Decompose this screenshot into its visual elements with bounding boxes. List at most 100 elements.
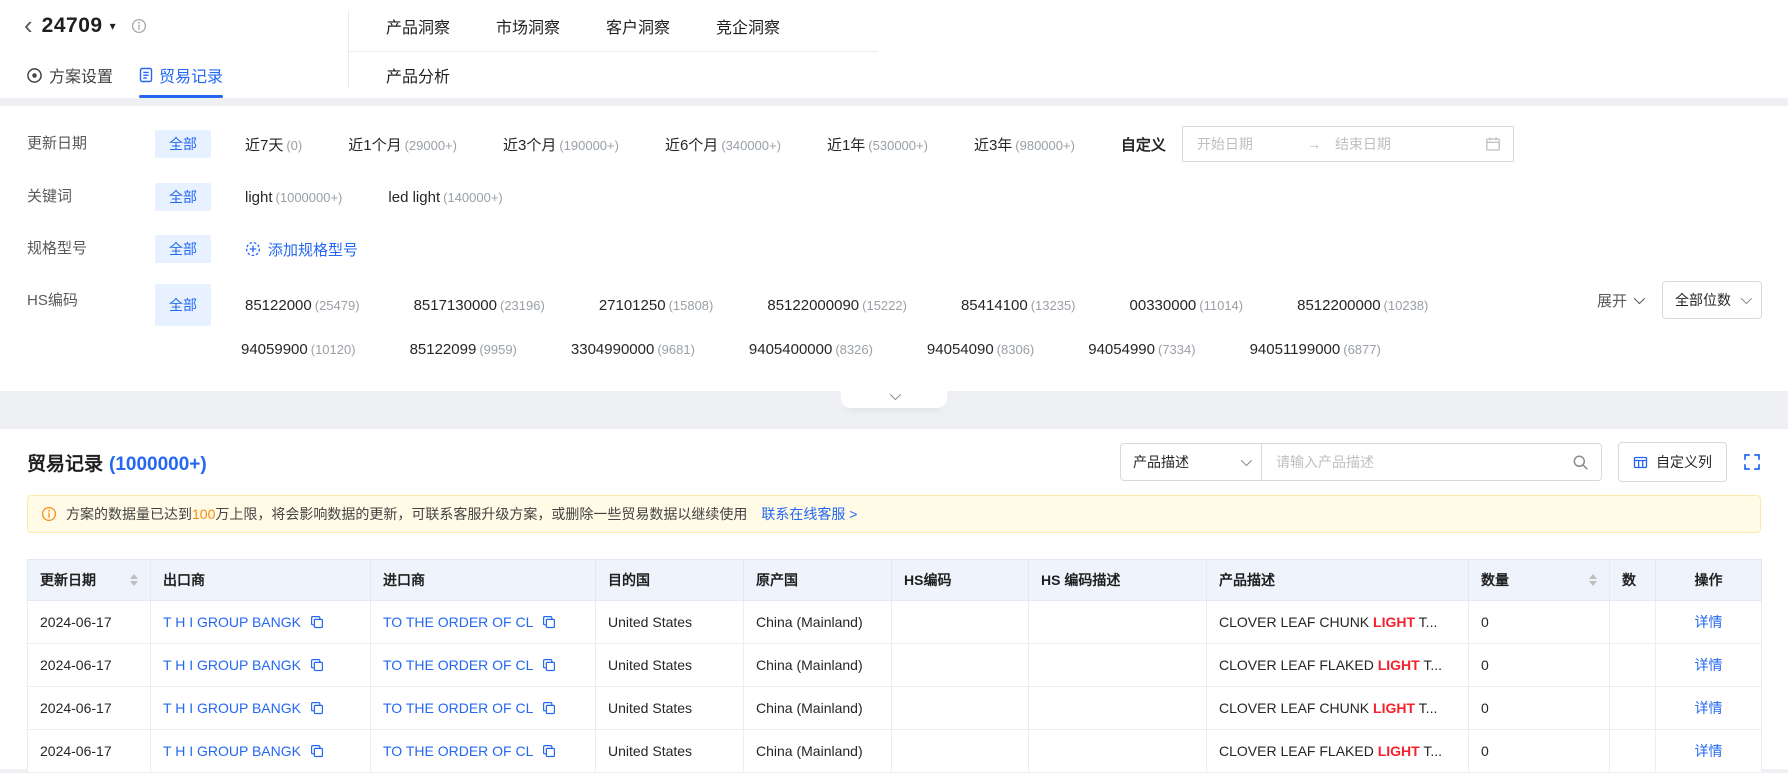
date-option[interactable]: 近3年 (980000+): [974, 134, 1075, 155]
search-group: 产品描述: [1120, 443, 1602, 481]
hs-code-value: 9405400000: [748, 341, 833, 358]
hs-code-option[interactable]: 8517130000 (23196): [414, 288, 545, 323]
tab-product-analysis[interactable]: 产品分析: [386, 63, 450, 87]
hs-code-option[interactable]: 8512200000 (10238): [1297, 288, 1428, 323]
search-type-select[interactable]: 产品描述: [1120, 443, 1262, 481]
filter-chip-all[interactable]: 全部: [155, 183, 211, 211]
col-update-date[interactable]: 更新日期: [27, 559, 151, 601]
product-text: T...: [1415, 700, 1438, 716]
sort-icon[interactable]: [130, 574, 138, 586]
hs-code-option[interactable]: 3304990000 (9681): [571, 332, 695, 367]
filter-label: HS编码: [27, 292, 78, 309]
keyword-option[interactable]: light (1000000+): [245, 189, 342, 206]
date-option[interactable]: 近7天 (0): [245, 134, 302, 155]
collapse-panel-handle[interactable]: [841, 388, 947, 408]
detail-link[interactable]: 详情: [1695, 657, 1723, 673]
hs-code-line-2: 94059900 (10120) 85122099 (9959) 330499000…: [241, 332, 1482, 367]
col-label: HS 编码描述: [1041, 572, 1121, 588]
hs-code-option[interactable]: 94059900 (10120): [241, 332, 356, 367]
end-date-input[interactable]: [1332, 135, 1433, 153]
hs-code-option[interactable]: 94054090 (8306): [927, 332, 1034, 367]
digits-select[interactable]: 全部位数: [1662, 281, 1762, 319]
detail-link[interactable]: 详情: [1695, 700, 1723, 716]
start-date-input[interactable]: [1194, 135, 1295, 153]
importer-link[interactable]: TO THE ORDER OF CL: [383, 614, 533, 630]
exporter-link[interactable]: T H I GROUP BANGK: [163, 743, 301, 759]
copy-icon[interactable]: [542, 701, 556, 715]
product-text: CLOVER LEAF FLAKED: [1219, 657, 1378, 673]
importer-link[interactable]: TO THE ORDER OF CL: [383, 657, 533, 673]
date-option[interactable]: 近6个月 (340000+): [665, 134, 781, 155]
hs-code-option[interactable]: 85122099 (9959): [410, 332, 517, 367]
custom-date-label[interactable]: 自定义: [1121, 134, 1166, 155]
contact-support-link[interactable]: 联系在线客服 >: [761, 504, 857, 524]
cell-exporter: T H I GROUP BANGK: [150, 729, 371, 773]
hs-code-option[interactable]: 94054990 (7334): [1088, 332, 1195, 367]
cell-importer: TO THE ORDER OF CL: [370, 643, 596, 687]
date-option-count: (340000+): [721, 137, 781, 153]
hs-code-option[interactable]: 00330000 (11014): [1130, 288, 1244, 323]
hs-code-count: (15222): [862, 297, 907, 313]
main-tab[interactable]: 产品洞察: [386, 14, 450, 38]
search-input[interactable]: [1274, 453, 1572, 471]
copy-icon[interactable]: [542, 744, 556, 758]
filter-chip-all[interactable]: 全部: [155, 235, 211, 263]
date-option[interactable]: 近3个月 (190000+): [503, 134, 619, 155]
fullscreen-button[interactable]: [1743, 453, 1761, 471]
tab-trade-records[interactable]: 贸易记录: [139, 52, 224, 98]
main-tab[interactable]: 竞企洞察: [716, 14, 780, 38]
expand-button[interactable]: 展开: [1597, 290, 1646, 311]
copy-icon[interactable]: [310, 701, 324, 715]
hs-code-count: (11014): [1199, 297, 1244, 313]
custom-columns-label: 自定义列: [1656, 454, 1712, 470]
date-option-count: (0): [286, 137, 303, 153]
col-quantity[interactable]: 数量: [1468, 559, 1610, 601]
plan-id[interactable]: 24709: [42, 14, 103, 38]
exporter-link[interactable]: T H I GROUP BANGK: [163, 657, 301, 673]
keyword-option[interactable]: led light (140000+): [388, 189, 502, 206]
detail-link[interactable]: 详情: [1695, 743, 1723, 759]
importer-link[interactable]: TO THE ORDER OF CL: [383, 743, 533, 759]
tab-plan-settings[interactable]: 方案设置: [26, 52, 113, 98]
exporter-link[interactable]: T H I GROUP BANGK: [163, 700, 301, 716]
importer-link[interactable]: TO THE ORDER OF CL: [383, 700, 533, 716]
col-label: 数量: [1481, 572, 1509, 588]
calendar-icon[interactable]: [1485, 136, 1501, 152]
filter-chip-all[interactable]: 全部: [155, 284, 211, 326]
main-tab[interactable]: 客户洞察: [606, 14, 670, 38]
range-arrow-icon: →: [1306, 136, 1321, 152]
detail-link[interactable]: 详情: [1695, 614, 1723, 630]
copy-icon[interactable]: [310, 615, 324, 629]
hs-code-option[interactable]: 94051199000 (6877): [1250, 332, 1381, 367]
hs-code-count: (8306): [996, 342, 1035, 357]
info-icon[interactable]: [131, 18, 147, 34]
caret-down-icon[interactable]: ▾: [110, 19, 116, 33]
hs-code-value: 94059900: [241, 341, 308, 358]
copy-icon[interactable]: [310, 658, 324, 672]
hs-code-option[interactable]: 85122000090 (15222): [767, 288, 907, 323]
cell-action: 详情: [1655, 600, 1762, 644]
copy-icon[interactable]: [542, 658, 556, 672]
calendar-glyph: [1486, 137, 1500, 151]
search-icon[interactable]: [1572, 454, 1589, 471]
hs-code-option[interactable]: 85122000 (25479): [245, 288, 360, 323]
custom-columns-button[interactable]: 自定义列: [1618, 442, 1727, 482]
cell-update-date: 2024-06-17: [27, 600, 151, 644]
col-destination: 目的国: [595, 559, 744, 601]
add-spec-button[interactable]: 添加规格型号: [245, 239, 358, 260]
hs-code-value: 85414100: [960, 296, 1028, 314]
date-option[interactable]: 近1个月 (29000+): [348, 134, 457, 155]
back-icon[interactable]: ‹: [24, 12, 33, 38]
sort-icon[interactable]: [1589, 574, 1597, 586]
hs-code-option[interactable]: 27101250 (15808): [599, 288, 714, 323]
exporter-link[interactable]: T H I GROUP BANGK: [163, 614, 301, 630]
hs-code-option[interactable]: 85414100 (13235): [961, 288, 1076, 323]
date-range-picker[interactable]: →: [1181, 126, 1514, 162]
hs-code-option[interactable]: 9405400000 (8326): [749, 332, 873, 367]
copy-icon[interactable]: [542, 615, 556, 629]
cell-destination: United States: [595, 729, 744, 773]
main-tab[interactable]: 市场洞察: [496, 14, 560, 38]
copy-icon[interactable]: [310, 744, 324, 758]
date-option[interactable]: 近1年 (530000+): [827, 134, 928, 155]
filter-chip-all[interactable]: 全部: [155, 130, 211, 158]
